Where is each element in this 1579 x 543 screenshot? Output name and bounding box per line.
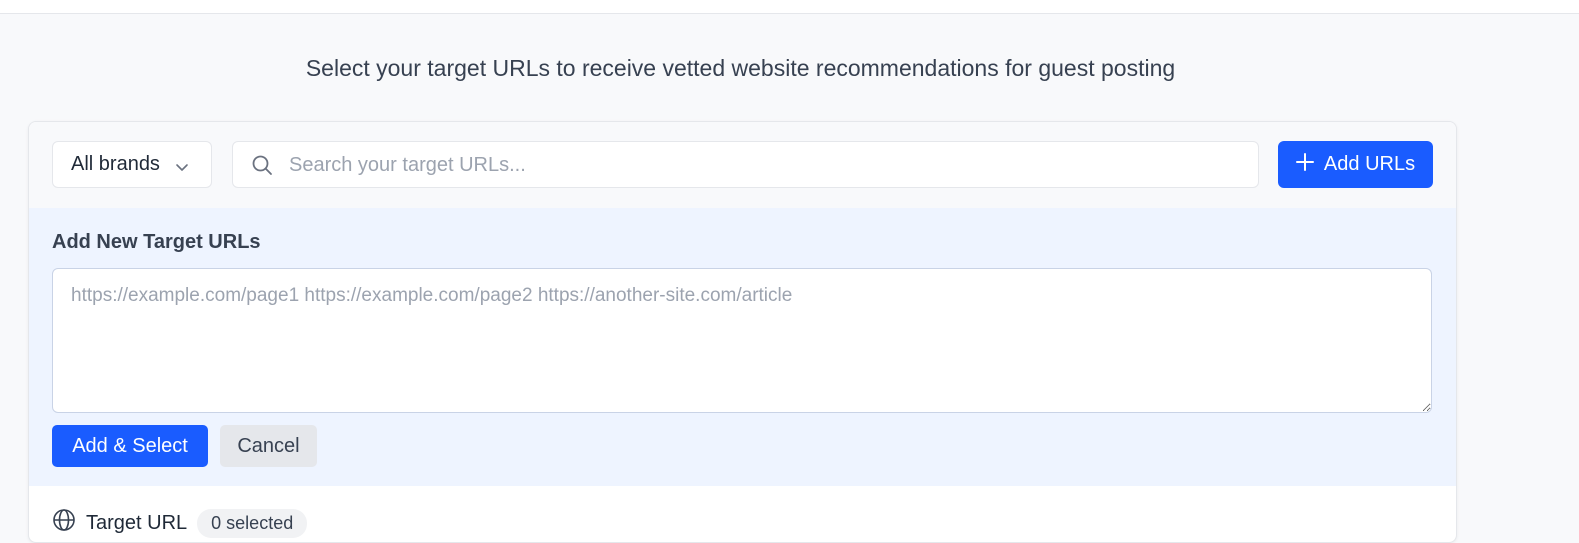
top-bar [0,0,1579,14]
column-label: Target URL [86,511,188,534]
list-header: Target URL 0 selected [52,508,308,538]
page-subtitle: Select your target URLs to receive vette… [305,55,1176,81]
globe-icon [52,508,76,538]
search-box [232,141,1259,188]
panel-title: Add New Target URLs [52,231,261,253]
add-urls-panel: Add New Target URLs Add & Select Cancel [29,208,1456,486]
target-urls-card: All brands Add URLs Add New Target URLs … [28,121,1457,543]
urls-textarea[interactable] [52,268,1432,413]
add-select-button[interactable]: Add & Select [52,425,208,467]
plus-icon [1295,152,1314,177]
chevron-down-icon [175,157,189,180]
search-icon [251,154,273,181]
search-input[interactable] [287,150,1241,181]
cancel-button[interactable]: Cancel [220,425,317,467]
brand-filter-value: All brands [71,153,160,175]
toolbar: All brands Add URLs [29,122,1456,208]
add-urls-button[interactable]: Add URLs [1278,141,1433,188]
add-urls-label: Add URLs [1323,153,1416,175]
brand-filter-select[interactable]: All brands [52,141,212,188]
selected-count-badge: 0 selected [197,508,308,538]
